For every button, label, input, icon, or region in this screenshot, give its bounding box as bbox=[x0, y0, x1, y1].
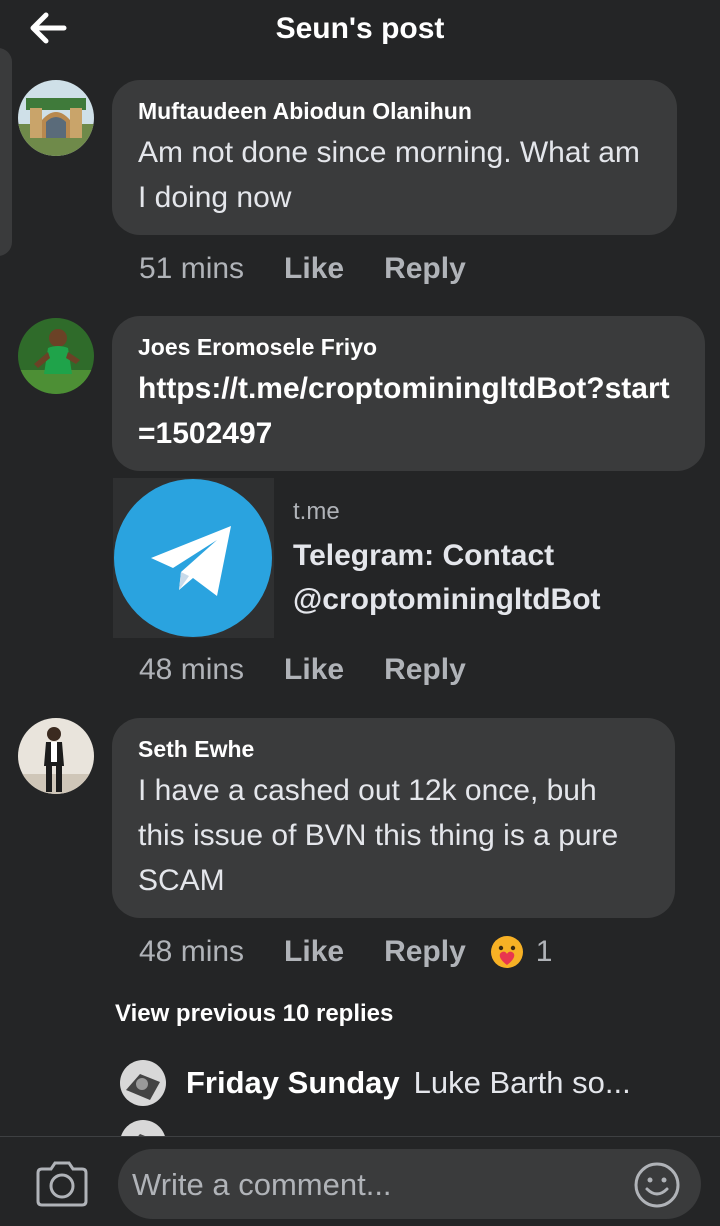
avatar[interactable] bbox=[18, 718, 94, 794]
preview-domain: t.me bbox=[293, 498, 340, 525]
comment-bubble[interactable]: Seth Ewhe I have a cashed out 12k once, … bbox=[112, 718, 675, 918]
like-button[interactable]: Like bbox=[284, 252, 344, 286]
reply-button[interactable]: Reply bbox=[384, 252, 466, 286]
reply-button[interactable]: Reply bbox=[384, 935, 466, 969]
avatar[interactable] bbox=[120, 1060, 166, 1106]
comment-actions: 48 mins Like Reply bbox=[139, 653, 466, 687]
care-reaction-icon bbox=[490, 936, 523, 968]
comment-text: Am not done since morning. What am I doi… bbox=[138, 136, 640, 214]
like-button[interactable]: Like bbox=[284, 653, 344, 687]
comment-text: I have a cashed out 12k once, buh this i… bbox=[138, 774, 619, 897]
side-handle[interactable] bbox=[0, 48, 12, 256]
view-previous-replies[interactable]: View previous 10 replies bbox=[115, 1000, 393, 1028]
comment-bubble[interactable]: Joes Eromosele Friyo https://t.me/cropto… bbox=[112, 316, 705, 471]
comment-composer: Write a comment... bbox=[0, 1136, 720, 1226]
header: Seun's post bbox=[0, 0, 720, 62]
comment-author[interactable]: Seth Ewhe bbox=[138, 734, 649, 764]
smiley-icon[interactable] bbox=[633, 1161, 681, 1209]
telegram-icon bbox=[113, 478, 274, 638]
comment-bubble[interactable]: Muftaudeen Abiodun Olanihun Am not done … bbox=[112, 80, 677, 235]
link-preview[interactable]: t.me Telegram: Contact @croptominingltdB… bbox=[113, 478, 678, 638]
avatar[interactable] bbox=[18, 80, 94, 156]
comment-time[interactable]: 48 mins bbox=[139, 935, 244, 969]
comment-author[interactable]: Joes Eromosele Friyo bbox=[138, 332, 679, 362]
comment-author[interactable]: Muftaudeen Abiodun Olanihun bbox=[138, 96, 651, 126]
preview-title[interactable]: Telegram: Contact @croptominingltdBot bbox=[293, 534, 673, 622]
reply-text: Luke Barth so... bbox=[413, 1065, 631, 1100]
reply-author[interactable]: Friday Sunday bbox=[186, 1065, 400, 1101]
reaction-summary[interactable]: 1 bbox=[490, 935, 553, 969]
comment-actions: 48 mins Like Reply 1 bbox=[139, 935, 552, 969]
camera-icon[interactable] bbox=[34, 1161, 90, 1207]
like-button[interactable]: Like bbox=[284, 935, 344, 969]
reply-button[interactable]: Reply bbox=[384, 653, 466, 687]
page-title: Seun's post bbox=[275, 12, 445, 45]
reaction-count: 1 bbox=[535, 935, 553, 968]
comment-input[interactable]: Write a comment... bbox=[118, 1149, 701, 1219]
comment-actions: 51 mins Like Reply bbox=[139, 252, 466, 286]
comment-time[interactable]: 51 mins bbox=[139, 252, 244, 286]
avatar bbox=[120, 1120, 166, 1136]
avatar[interactable] bbox=[18, 318, 94, 394]
comment-time[interactable]: 48 mins bbox=[139, 653, 244, 687]
reply-preview[interactable]: Friday Sunday Luke Barth so... bbox=[120, 1058, 631, 1108]
comment-link[interactable]: https://t.me/croptominingltdBot?start=15… bbox=[138, 366, 679, 456]
comment-placeholder: Write a comment... bbox=[132, 1167, 392, 1202]
